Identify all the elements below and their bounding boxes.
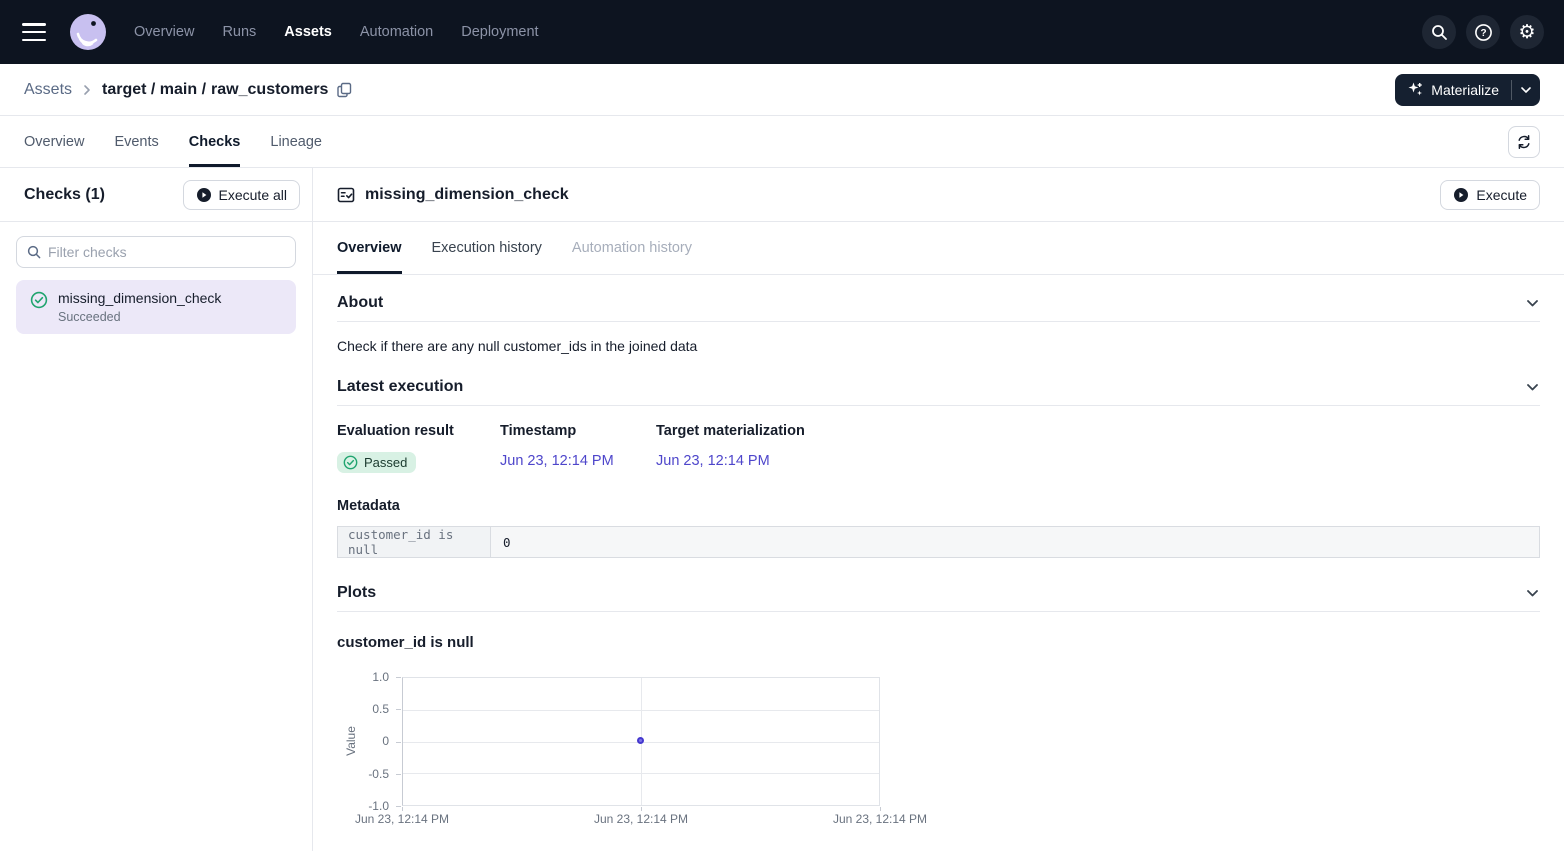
latest-execution-heading: Latest execution [337, 378, 463, 396]
tab-lineage[interactable]: Lineage [270, 116, 322, 167]
tab-checks[interactable]: Checks [189, 116, 241, 167]
asset-tabs: Overview Events Checks Lineage [0, 116, 1564, 168]
check-detail-panel: missing_dimension_check Execute Overview… [313, 168, 1564, 851]
materialize-label: Materialize [1431, 82, 1499, 98]
breadcrumb-row: Assets target / main / raw_customers Mat… [0, 64, 1564, 116]
data-point[interactable] [637, 737, 644, 744]
target-materialization-header: Target materialization [656, 423, 805, 439]
check-detail-tabs: Overview Execution history Automation hi… [313, 222, 1564, 275]
divider [337, 405, 1540, 406]
about-collapse-caret-icon[interactable] [1525, 298, 1540, 309]
metadata-heading: Metadata [337, 498, 1540, 514]
passed-status-badge: Passed [337, 452, 416, 473]
about-heading: About [337, 294, 383, 312]
y-tick-label: -0.5 [337, 767, 389, 781]
passed-label: Passed [364, 455, 407, 470]
breadcrumb-asset-name: raw_customers [211, 81, 328, 99]
copy-icon[interactable] [337, 82, 352, 98]
breadcrumb-path: target / main / [102, 81, 206, 99]
filter-checks-box [16, 236, 296, 268]
chevron-right-icon [82, 84, 92, 96]
divider [337, 611, 1540, 612]
sparkle-icon [1407, 81, 1424, 98]
target-materialization-link[interactable]: Jun 23, 12:14 PM [656, 453, 770, 469]
materialize-dropdown-caret-icon[interactable] [1512, 74, 1540, 106]
materialize-split-button: Materialize [1395, 74, 1540, 106]
svg-text:?: ? [1480, 28, 1486, 39]
tab-overview[interactable]: Overview [24, 116, 84, 167]
x-tick-label: Jun 23, 12:14 PM [576, 812, 706, 826]
y-tick-label: 0 [337, 734, 389, 748]
nav-item-overview[interactable]: Overview [134, 24, 194, 40]
nav-links: Overview Runs Assets Automation Deployme… [134, 24, 539, 40]
check-fact-icon [337, 186, 355, 204]
execute-button[interactable]: Execute [1440, 180, 1540, 210]
filter-checks-input[interactable] [48, 244, 285, 260]
checks-sidebar: Checks (1) Execute all missing_dimension… [0, 168, 313, 851]
play-circle-icon [196, 187, 212, 203]
help-icon[interactable]: ? [1466, 15, 1500, 49]
settings-gear-icon[interactable]: ⚙ [1510, 15, 1544, 49]
metadata-value: 0 [491, 527, 1540, 558]
check-list-item-selected[interactable]: missing_dimension_check Succeeded [16, 280, 296, 334]
hamburger-menu-icon[interactable] [22, 23, 46, 41]
nav-right-actions: ? ⚙ [1422, 15, 1544, 49]
nav-item-automation[interactable]: Automation [360, 24, 433, 40]
detail-tab-automation-history[interactable]: Automation history [572, 222, 692, 274]
latest-execution-grid: Evaluation result Passed Timestamp Jun 2… [337, 423, 1540, 475]
y-tick-label: -1.0 [337, 799, 389, 813]
play-circle-icon [1453, 187, 1469, 203]
y-tick-label: 0.5 [337, 702, 389, 716]
detail-tab-overview[interactable]: Overview [337, 222, 402, 274]
top-nav: Overview Runs Assets Automation Deployme… [0, 0, 1564, 64]
nav-item-deployment[interactable]: Deployment [461, 24, 538, 40]
check-item-name: missing_dimension_check [58, 290, 221, 306]
timestamp-link[interactable]: Jun 23, 12:14 PM [500, 453, 614, 469]
execute-all-button[interactable]: Execute all [183, 180, 300, 210]
timestamp-header: Timestamp [500, 423, 656, 439]
materialize-button[interactable]: Materialize [1395, 74, 1511, 106]
evaluation-result-header: Evaluation result [337, 423, 500, 439]
search-icon[interactable] [1422, 15, 1456, 49]
metadata-key: customer_id is null [338, 527, 491, 558]
plot-title: customer_id is null [337, 634, 1540, 651]
check-item-status: Succeeded [58, 310, 221, 324]
dagster-logo-icon[interactable] [68, 12, 108, 52]
y-tick-label: 1.0 [337, 670, 389, 684]
x-tick-label: Jun 23, 12:14 PM [337, 812, 467, 826]
search-icon-small [27, 245, 41, 259]
plots-heading: Plots [337, 584, 376, 602]
value-plot-chart: Value 1.0 0.5 0 -0.5 -1.0 [337, 669, 1540, 839]
check-detail-title: missing_dimension_check [365, 186, 569, 204]
tab-events[interactable]: Events [114, 116, 158, 167]
x-tick-label: Jun 23, 12:14 PM [815, 812, 945, 826]
divider [337, 321, 1540, 322]
metadata-row: customer_id is null 0 [338, 527, 1540, 558]
metadata-table: customer_id is null 0 [337, 526, 1540, 558]
refresh-icon[interactable] [1508, 126, 1540, 158]
latest-execution-collapse-caret-icon[interactable] [1525, 382, 1540, 393]
breadcrumb-assets-link[interactable]: Assets [24, 81, 72, 99]
check-description: Check if there are any null customer_ids… [337, 338, 1540, 354]
detail-tab-execution-history[interactable]: Execution history [432, 222, 542, 274]
plots-collapse-caret-icon[interactable] [1525, 588, 1540, 599]
checks-panel-title: Checks (1) [24, 186, 105, 204]
nav-item-assets[interactable]: Assets [284, 24, 332, 40]
nav-item-runs[interactable]: Runs [222, 24, 256, 40]
check-success-icon [30, 291, 48, 324]
execute-all-label: Execute all [219, 187, 287, 203]
execute-label: Execute [1476, 187, 1527, 203]
